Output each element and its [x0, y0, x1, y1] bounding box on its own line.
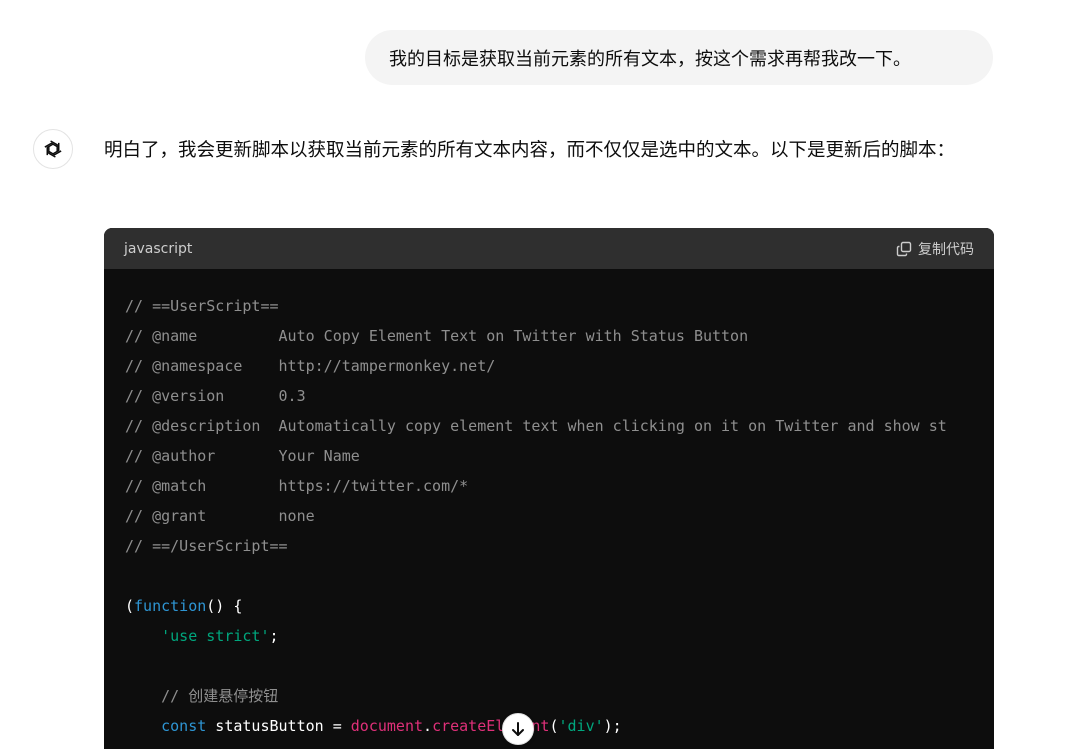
user-message-text: 我的目标是获取当前元素的所有文本，按这个需求再帮我改一下。: [389, 48, 911, 70]
code-line: 'use strict';: [125, 621, 994, 651]
code-line: // @author Your Name: [125, 441, 994, 471]
code-token: );: [603, 717, 622, 735]
code-token: () {: [206, 597, 243, 615]
code-token: // ==/UserScript==: [125, 537, 288, 555]
code-line: // @version 0.3: [125, 381, 994, 411]
code-token: // @description Automatically copy eleme…: [125, 417, 947, 435]
arrow-down-icon: [512, 722, 524, 736]
code-line: statusButton.style.position = 'fixed';: [125, 741, 994, 749]
code-line: (function() {: [125, 591, 994, 621]
code-line: // @namespace http://tampermonkey.net/: [125, 351, 994, 381]
code-line: const statusButton = document.createElem…: [125, 711, 994, 741]
code-language-label: javascript: [124, 240, 193, 257]
code-line: // 创建悬停按钮: [125, 681, 994, 711]
code-token: (: [549, 717, 559, 735]
code-token: // 创建悬停按钮: [125, 687, 279, 705]
code-block: javascript 复制代码 // ==UserScript== // @nam…: [104, 228, 994, 749]
code-line: // @description Automatically copy eleme…: [125, 411, 994, 441]
code-token: .: [423, 717, 433, 735]
scroll-to-bottom-button[interactable]: [502, 713, 534, 745]
chat-page: 我的目标是获取当前元素的所有文本，按这个需求再帮我改一下。 明白了，我会更新脚本…: [0, 0, 1082, 749]
code-line: ​: [125, 561, 994, 591]
code-line: // @grant none: [125, 501, 994, 531]
assistant-message-text: 明白了，我会更新脚本以获取当前元素的所有文本内容，而不仅仅是选中的文本。以下是更…: [104, 140, 956, 161]
code-token: statusButton =: [206, 717, 351, 735]
code-line: // @name Auto Copy Element Text on Twitt…: [125, 321, 994, 351]
code-content: // ==UserScript== // @name Auto Copy Elem…: [104, 269, 994, 749]
code-token: function: [134, 597, 207, 615]
copy-icon: [896, 241, 912, 256]
code-token: // @name Auto Copy Element Text on Twitt…: [125, 327, 749, 345]
code-block-header: javascript 复制代码: [104, 228, 994, 269]
code-token: // @namespace http://tampermonkey.net/: [125, 357, 496, 375]
code-token: // @author Your Name: [125, 447, 360, 465]
code-line: // @match https://twitter.com/*: [125, 471, 994, 501]
code-token: const: [161, 717, 207, 735]
code-line: ​: [125, 651, 994, 681]
code-token: (: [125, 597, 135, 615]
code-token: // ==UserScript==: [125, 297, 279, 315]
code-token: 'div': [558, 717, 604, 735]
code-token: // @match https://twitter.com/*: [125, 477, 469, 495]
code-token: // @grant none: [125, 507, 315, 525]
copy-code-button[interactable]: 复制代码: [896, 239, 974, 259]
code-token: // @version 0.3: [125, 387, 306, 405]
code-token: document: [350, 717, 424, 735]
user-message-bubble: 我的目标是获取当前元素的所有文本，按这个需求再帮我改一下。: [365, 30, 993, 85]
code-line: // ==UserScript==: [125, 291, 994, 321]
code-line: // ==/UserScript==: [125, 531, 994, 561]
openai-logo-icon: [44, 140, 62, 158]
copy-code-label: 复制代码: [918, 241, 974, 258]
assistant-avatar: [33, 129, 73, 169]
code-token: ;: [269, 627, 279, 645]
code-token: 'use strict': [161, 627, 270, 645]
